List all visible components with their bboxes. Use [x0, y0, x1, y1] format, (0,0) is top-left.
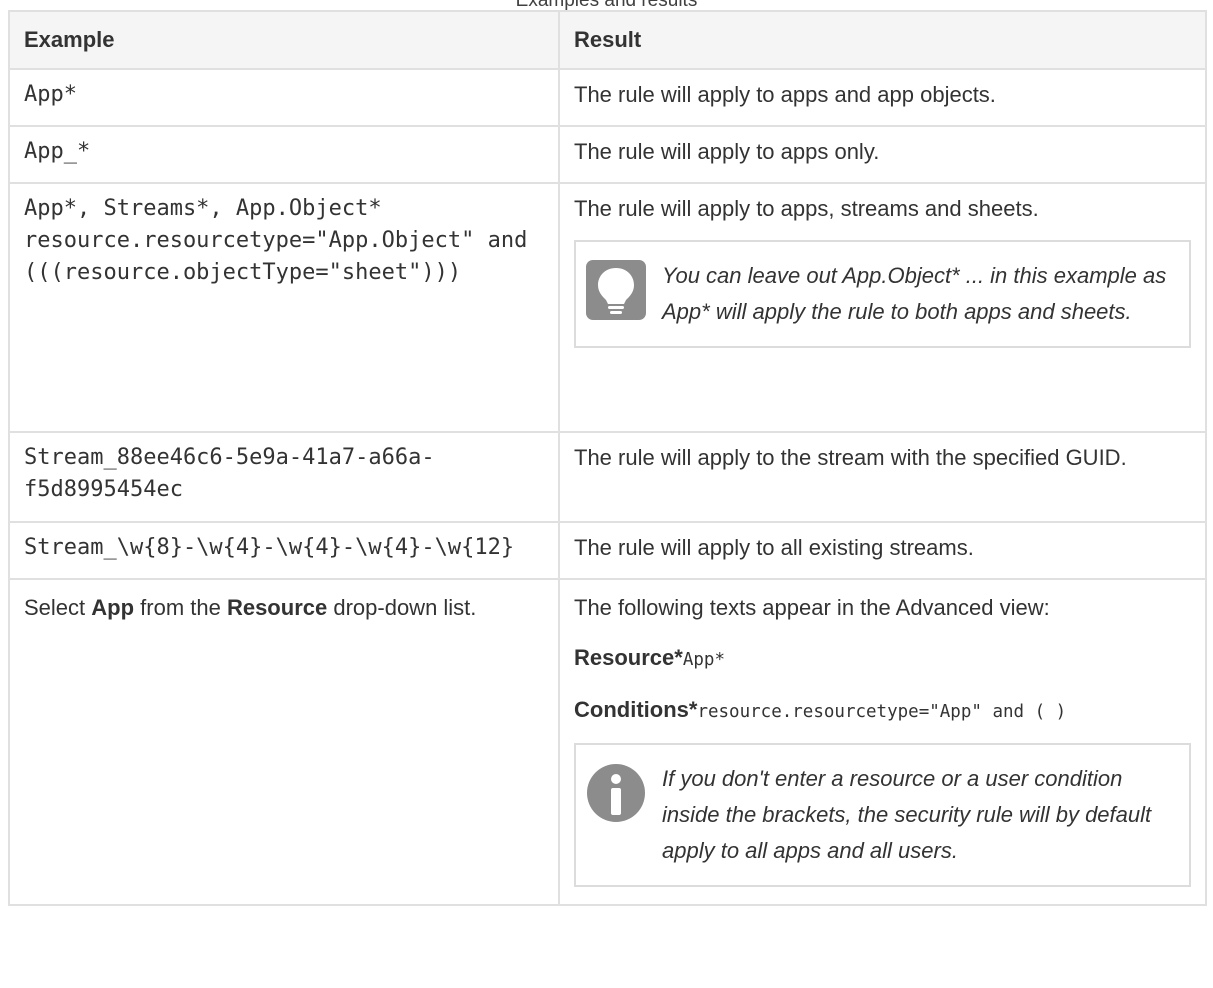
example-app-keyword: App — [91, 595, 135, 620]
info-note-text: If you don't enter a resource or a user … — [662, 766, 1152, 863]
resource-line: Resource*App* — [574, 642, 1191, 676]
table-row: App_* The rule will apply to apps only. — [8, 125, 1207, 184]
result-cell: The rule will apply to apps only. — [558, 125, 1207, 184]
example-cell: Stream_\w{8}-\w{4}-\w{4}-\w{4}-\w{12} — [8, 521, 560, 580]
example-cell: App*, Streams*, App.Object* resource.res… — [8, 182, 560, 433]
example-resource-keyword: Resource — [226, 595, 328, 620]
info-note: If you don't enter a resource or a user … — [574, 743, 1191, 887]
result-text: The rule will apply to apps and app obje… — [574, 82, 996, 107]
result-text: The following texts appear in the Advanc… — [574, 595, 1050, 620]
result-text: The rule will apply to apps only. — [574, 139, 880, 164]
examples-table: Example Result App* The rule will apply … — [8, 10, 1207, 906]
resource-value: App* — [682, 650, 725, 670]
result-text: The rule will apply to the stream with t… — [574, 445, 1127, 470]
result-cell: The rule will apply to the stream with t… — [558, 431, 1207, 523]
info-icon — [587, 764, 645, 822]
table-row: App*, Streams*, App.Object* resource.res… — [8, 182, 1207, 433]
example-cell: Select App from the Resource drop-down l… — [8, 578, 560, 906]
column-header-example: Example — [8, 10, 560, 70]
example-cell: App* — [8, 68, 560, 127]
example-code-line: App*, Streams*, App.Object* — [24, 196, 382, 221]
conditions-value: resource.resourcetype="App" and ( ) — [697, 702, 1067, 722]
example-code-line: App_* — [24, 139, 91, 164]
lightbulb-icon — [586, 260, 646, 320]
example-code-line: (((resource.objectType="sheet"))) — [24, 260, 462, 285]
table-header-row: Example Result — [8, 10, 1207, 70]
tip-note-text: You can leave out App.Object* ... in thi… — [662, 263, 1167, 324]
conditions-line: Conditions*resource.resourcetype="App" a… — [574, 694, 1191, 728]
resource-label: Resource* — [574, 645, 683, 670]
example-cell: App_* — [8, 125, 560, 184]
result-text: The rule will apply to all existing stre… — [574, 535, 974, 560]
result-cell: The rule will apply to apps and app obje… — [558, 68, 1207, 127]
conditions-label: Conditions* — [574, 697, 698, 722]
result-cell: The rule will apply to all existing stre… — [558, 521, 1207, 580]
example-code-line: resource.resourcetype="App.Object" and — [24, 228, 528, 253]
example-text-middle: from the — [134, 595, 227, 620]
example-text-prefix: Select — [24, 595, 92, 620]
result-text: The rule will apply to apps, streams and… — [574, 196, 1039, 221]
tip-note: You can leave out App.Object* ... in thi… — [574, 240, 1191, 348]
result-cell: The rule will apply to apps, streams and… — [558, 182, 1207, 433]
example-cell: Stream_88ee46c6-5e9a-41a7-a66a- f5d89954… — [8, 431, 560, 523]
example-code-line: f5d8995454ec — [24, 477, 183, 502]
table-row: Stream_\w{8}-\w{4}-\w{4}-\w{4}-\w{12} Th… — [8, 521, 1207, 580]
table-row: App* The rule will apply to apps and app… — [8, 68, 1207, 127]
table-row: Select App from the Resource drop-down l… — [8, 578, 1207, 906]
example-text-suffix: drop-down list. — [327, 595, 477, 620]
example-code-line: Stream_88ee46c6-5e9a-41a7-a66a- — [24, 445, 435, 470]
example-code-line: Stream_\w{8}-\w{4}-\w{4}-\w{4}-\w{12} — [24, 535, 515, 560]
table-row: Stream_88ee46c6-5e9a-41a7-a66a- f5d89954… — [8, 431, 1207, 523]
column-header-result: Result — [558, 10, 1207, 70]
result-cell: The following texts appear in the Advanc… — [558, 578, 1207, 906]
example-code-line: App* — [24, 82, 77, 107]
